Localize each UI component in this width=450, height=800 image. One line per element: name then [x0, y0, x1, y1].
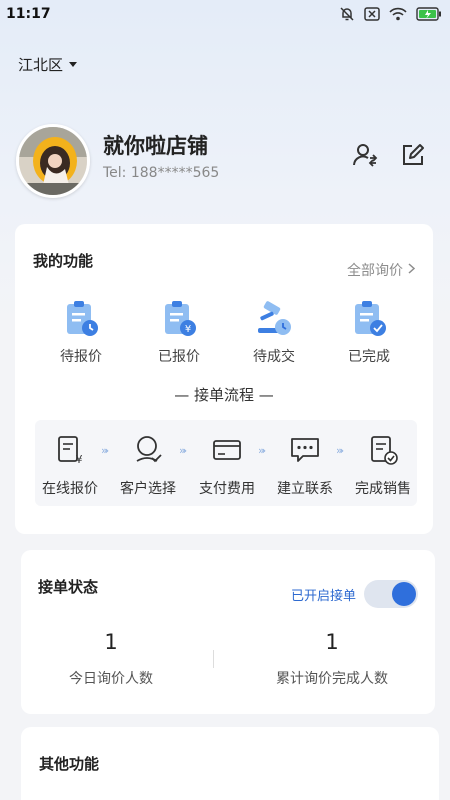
order-flow: ¥ 在线报价 »› 客户选择 »› 支付费用 »› 建立联系 »› 完成销售 [35, 420, 417, 506]
yen-document-icon: ¥ [54, 434, 86, 466]
wifi-icon [389, 7, 407, 21]
chat-icon [289, 434, 321, 466]
toggle-knob [392, 582, 416, 606]
flow-arrow-icon: »› [179, 444, 187, 457]
stat-divider [213, 650, 214, 668]
func-completed[interactable]: 已完成 [324, 300, 414, 366]
func-pending-quote-label: 待报价 [60, 349, 102, 365]
my-functions-title: 我的功能 [33, 252, 94, 270]
user-check-icon [132, 434, 164, 466]
clipboard-clock-icon [63, 300, 99, 338]
switch-user-icon[interactable] [352, 142, 378, 172]
my-functions-card: 我的功能 全部询价 待报价 ¥ 已报价 待成交 已完成 — 接单流程 — ¥ 在… [15, 224, 433, 534]
shop-tel: Tel: 188*****565 [103, 165, 220, 181]
flow-step-payment-label: 支付费用 [199, 481, 255, 497]
stat-today-inquiries-label: 今日询价人数 [69, 671, 153, 687]
caret-down-icon [69, 62, 78, 67]
card-icon [211, 434, 243, 466]
clipboard-yen-icon: ¥ [161, 300, 197, 338]
stat-total-completed: 1 累计询价完成人数 [232, 630, 432, 688]
status-icons [339, 6, 442, 22]
order-accept-toggle[interactable] [364, 580, 418, 608]
shop-name: 就你啦店铺 [103, 134, 208, 158]
flow-step-customer-select-label: 客户选择 [120, 481, 176, 497]
sim-error-icon [364, 7, 380, 21]
edit-icon[interactable] [400, 142, 426, 172]
flow-step-complete-sale: 完成销售 [348, 434, 418, 498]
func-pending-deal[interactable]: 待成交 [229, 300, 319, 366]
svg-text:¥: ¥ [185, 324, 191, 335]
order-accept-toggle-wrap: 已开启接单 [291, 580, 418, 608]
document-check-icon [367, 434, 399, 466]
all-inquiries-link[interactable]: 全部询价 [347, 260, 416, 280]
flow-step-online-quote: ¥ 在线报价 [35, 434, 105, 498]
func-pending-deal-label: 待成交 [253, 349, 295, 365]
status-bar: 11:17 [0, 0, 450, 28]
other-functions-card: 其他功能 [21, 727, 439, 800]
gavel-clock-icon [256, 300, 292, 338]
location-label: 江北区 [18, 56, 64, 74]
mute-bell-icon [339, 6, 355, 22]
chevron-right-icon [408, 262, 416, 278]
avatar[interactable] [16, 124, 90, 198]
flow-arrow-icon: »› [258, 444, 266, 457]
all-inquiries-label: 全部询价 [347, 263, 403, 279]
flow-step-payment: 支付费用 [192, 434, 262, 498]
func-pending-quote[interactable]: 待报价 [36, 300, 126, 366]
stat-today-inquiries: 1 今日询价人数 [11, 630, 211, 688]
status-time: 11:17 [6, 6, 51, 22]
func-completed-label: 已完成 [348, 349, 390, 365]
order-accept-toggle-label: 已开启接单 [290, 588, 356, 604]
order-status-card: 接单状态 已开启接单 1 今日询价人数 1 累计询价完成人数 [21, 550, 435, 714]
stat-total-completed-value: 1 [325, 630, 339, 654]
flow-step-customer-select: 客户选择 [113, 434, 183, 498]
order-status-title: 接单状态 [38, 578, 99, 596]
flow-step-contact-label: 建立联系 [277, 481, 333, 497]
flow-step-complete-sale-label: 完成销售 [355, 481, 411, 497]
flow-arrow-icon: »› [336, 444, 344, 457]
flow-step-online-quote-label: 在线报价 [42, 481, 98, 497]
profile-actions [352, 142, 426, 172]
flow-step-contact: 建立联系 [270, 434, 340, 498]
func-quoted[interactable]: ¥ 已报价 [134, 300, 224, 366]
location-selector[interactable]: 江北区 [18, 54, 78, 75]
order-flow-title: — 接单流程 — [174, 386, 274, 404]
shop-profile: 就你啦店铺 Tel: 188*****565 [16, 124, 436, 198]
flow-arrow-icon: »› [101, 444, 109, 457]
other-functions-title: 其他功能 [39, 755, 100, 773]
func-quoted-label: 已报价 [158, 349, 200, 365]
stat-today-inquiries-value: 1 [104, 630, 118, 654]
svg-text:¥: ¥ [76, 453, 83, 466]
clipboard-check-icon [351, 300, 387, 338]
battery-charging-icon [416, 7, 442, 21]
stat-total-completed-label: 累计询价完成人数 [276, 671, 388, 687]
